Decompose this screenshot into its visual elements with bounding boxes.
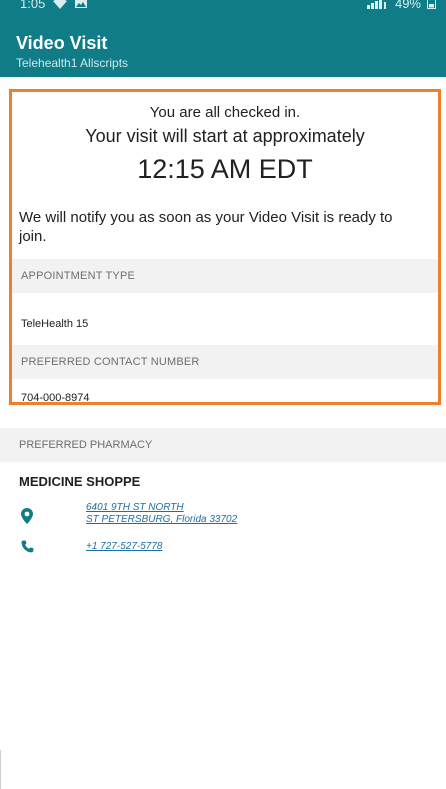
visit-start-text: Your visit will start at approximately [85, 126, 365, 146]
page-subtitle: Telehealth1 Allscripts [16, 56, 129, 70]
preferred-pharmacy-header: PREFERRED PHARMACY [0, 428, 446, 462]
address-line-2: ST PETERSBURG, Florida 33702 [86, 514, 238, 525]
location-pin-icon [21, 508, 33, 529]
contact-number-value[interactable]: 704-000-8974 [21, 392, 90, 402]
notify-text: We will notify you as soon as your Video… [19, 209, 393, 245]
image-icon [75, 0, 88, 8]
phone-icon [21, 540, 34, 558]
checkin-highlight-box: You are all checked in. Your visit will … [9, 89, 441, 405]
screen-edge-divider [0, 750, 1, 789]
signal-icon [366, 0, 389, 9]
contact-number-header: PREFERRED CONTACT NUMBER [12, 345, 438, 379]
appointment-type-header: APPOINTMENT TYPE [12, 259, 438, 293]
visit-time: 12:15 AM EDT [137, 154, 313, 184]
appointment-type-value: TeleHealth 15 [21, 318, 89, 330]
wifi-icon [53, 0, 68, 9]
pharmacy-address-link[interactable]: 6401 9TH ST NORTH ST PETERSBURG, Florida… [86, 502, 237, 526]
checked-in-text: You are all checked in. [149, 104, 301, 121]
address-line-1: 6401 9TH ST NORTH [86, 502, 184, 513]
status-time: 1:05 [20, 0, 46, 11]
pharmacy-name: MEDICINE SHOPPE [19, 474, 141, 489]
page-title: Video Visit [16, 33, 108, 53]
battery-percent: 49% [394, 0, 421, 11]
app-bar: 1:05 49% Video Visit Telehealth1 Allscri… [0, 0, 446, 77]
battery-icon [427, 0, 436, 9]
status-bar: 1:05 49% [0, 0, 446, 20]
pharmacy-phone-link[interactable]: +1 727-527-5778 [86, 541, 162, 552]
